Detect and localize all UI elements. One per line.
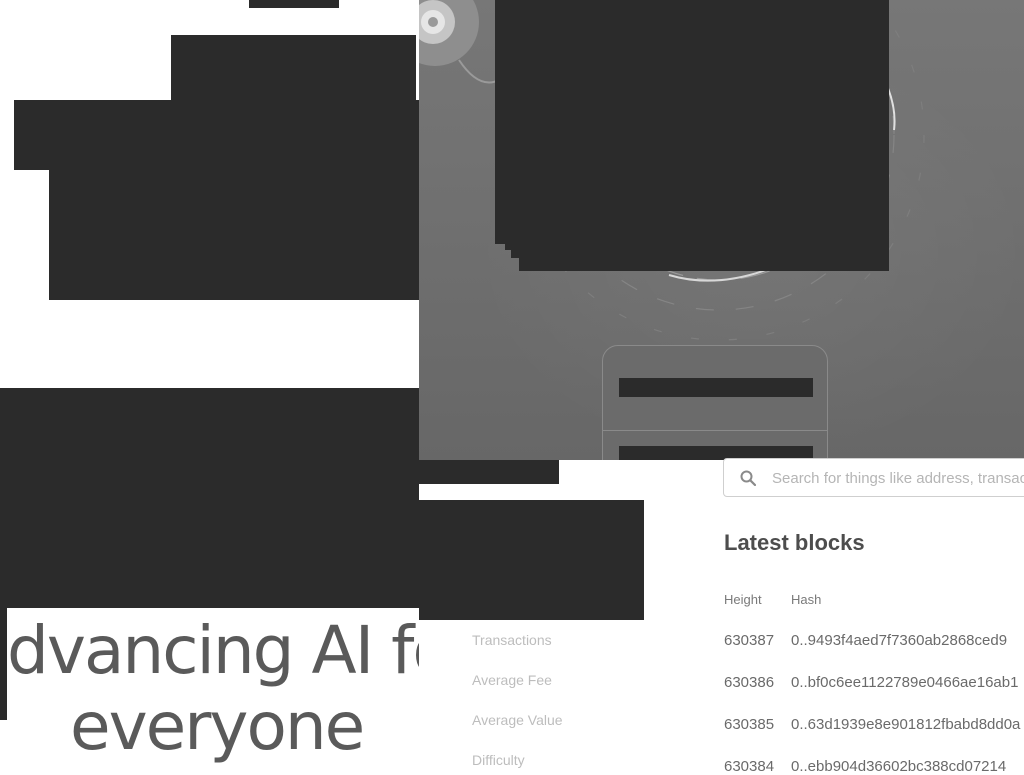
column-header-hash: Hash (791, 592, 822, 607)
search-bar[interactable] (723, 458, 1024, 497)
headline-line-2: everyone (70, 688, 365, 765)
block-height[interactable]: 630384 (724, 758, 774, 775)
hero-headline: dvancing AI fo everyone (0, 608, 419, 768)
redaction-block (519, 258, 889, 271)
redaction-block (49, 170, 419, 300)
redaction-block (0, 608, 7, 720)
stat-label-average-fee: Average Fee (472, 672, 552, 688)
block-height[interactable]: 630386 (724, 674, 774, 691)
redaction-block (14, 100, 419, 170)
block-height[interactable]: 630387 (724, 632, 774, 649)
latest-blocks-title: Latest blocks (724, 530, 865, 555)
hero-image (419, 0, 1024, 460)
block-height[interactable]: 630385 (724, 716, 774, 733)
redaction-block (619, 378, 813, 397)
block-hash[interactable]: 0..bf0c6ee1122789e0466ae16ab1 (791, 674, 1018, 691)
redaction-block (249, 0, 339, 8)
search-icon (740, 470, 756, 486)
block-hash[interactable]: 0..9493f4aed7f7360ab2868ced9 (791, 632, 1007, 649)
stat-label-average-value: Average Value (472, 712, 563, 728)
block-hash[interactable]: 0..63d1939e8e901812fbabd8dd0a (791, 716, 1020, 733)
device-card-divider (603, 430, 827, 431)
stat-label-transactions: Transactions (472, 632, 552, 648)
redaction-block (511, 250, 889, 258)
block-hash[interactable]: 0..ebb904d36602bc388cd07214 (791, 758, 1006, 775)
redaction-block (495, 0, 889, 244)
redaction-block (419, 500, 644, 620)
redaction-block (171, 35, 416, 105)
redaction-block (419, 460, 559, 484)
search-input[interactable] (772, 465, 1024, 491)
stat-label-difficulty: Difficulty (472, 752, 525, 768)
device-card (602, 345, 828, 460)
headline-line-1: dvancing AI fo (7, 612, 419, 689)
column-header-height: Height (724, 592, 762, 607)
